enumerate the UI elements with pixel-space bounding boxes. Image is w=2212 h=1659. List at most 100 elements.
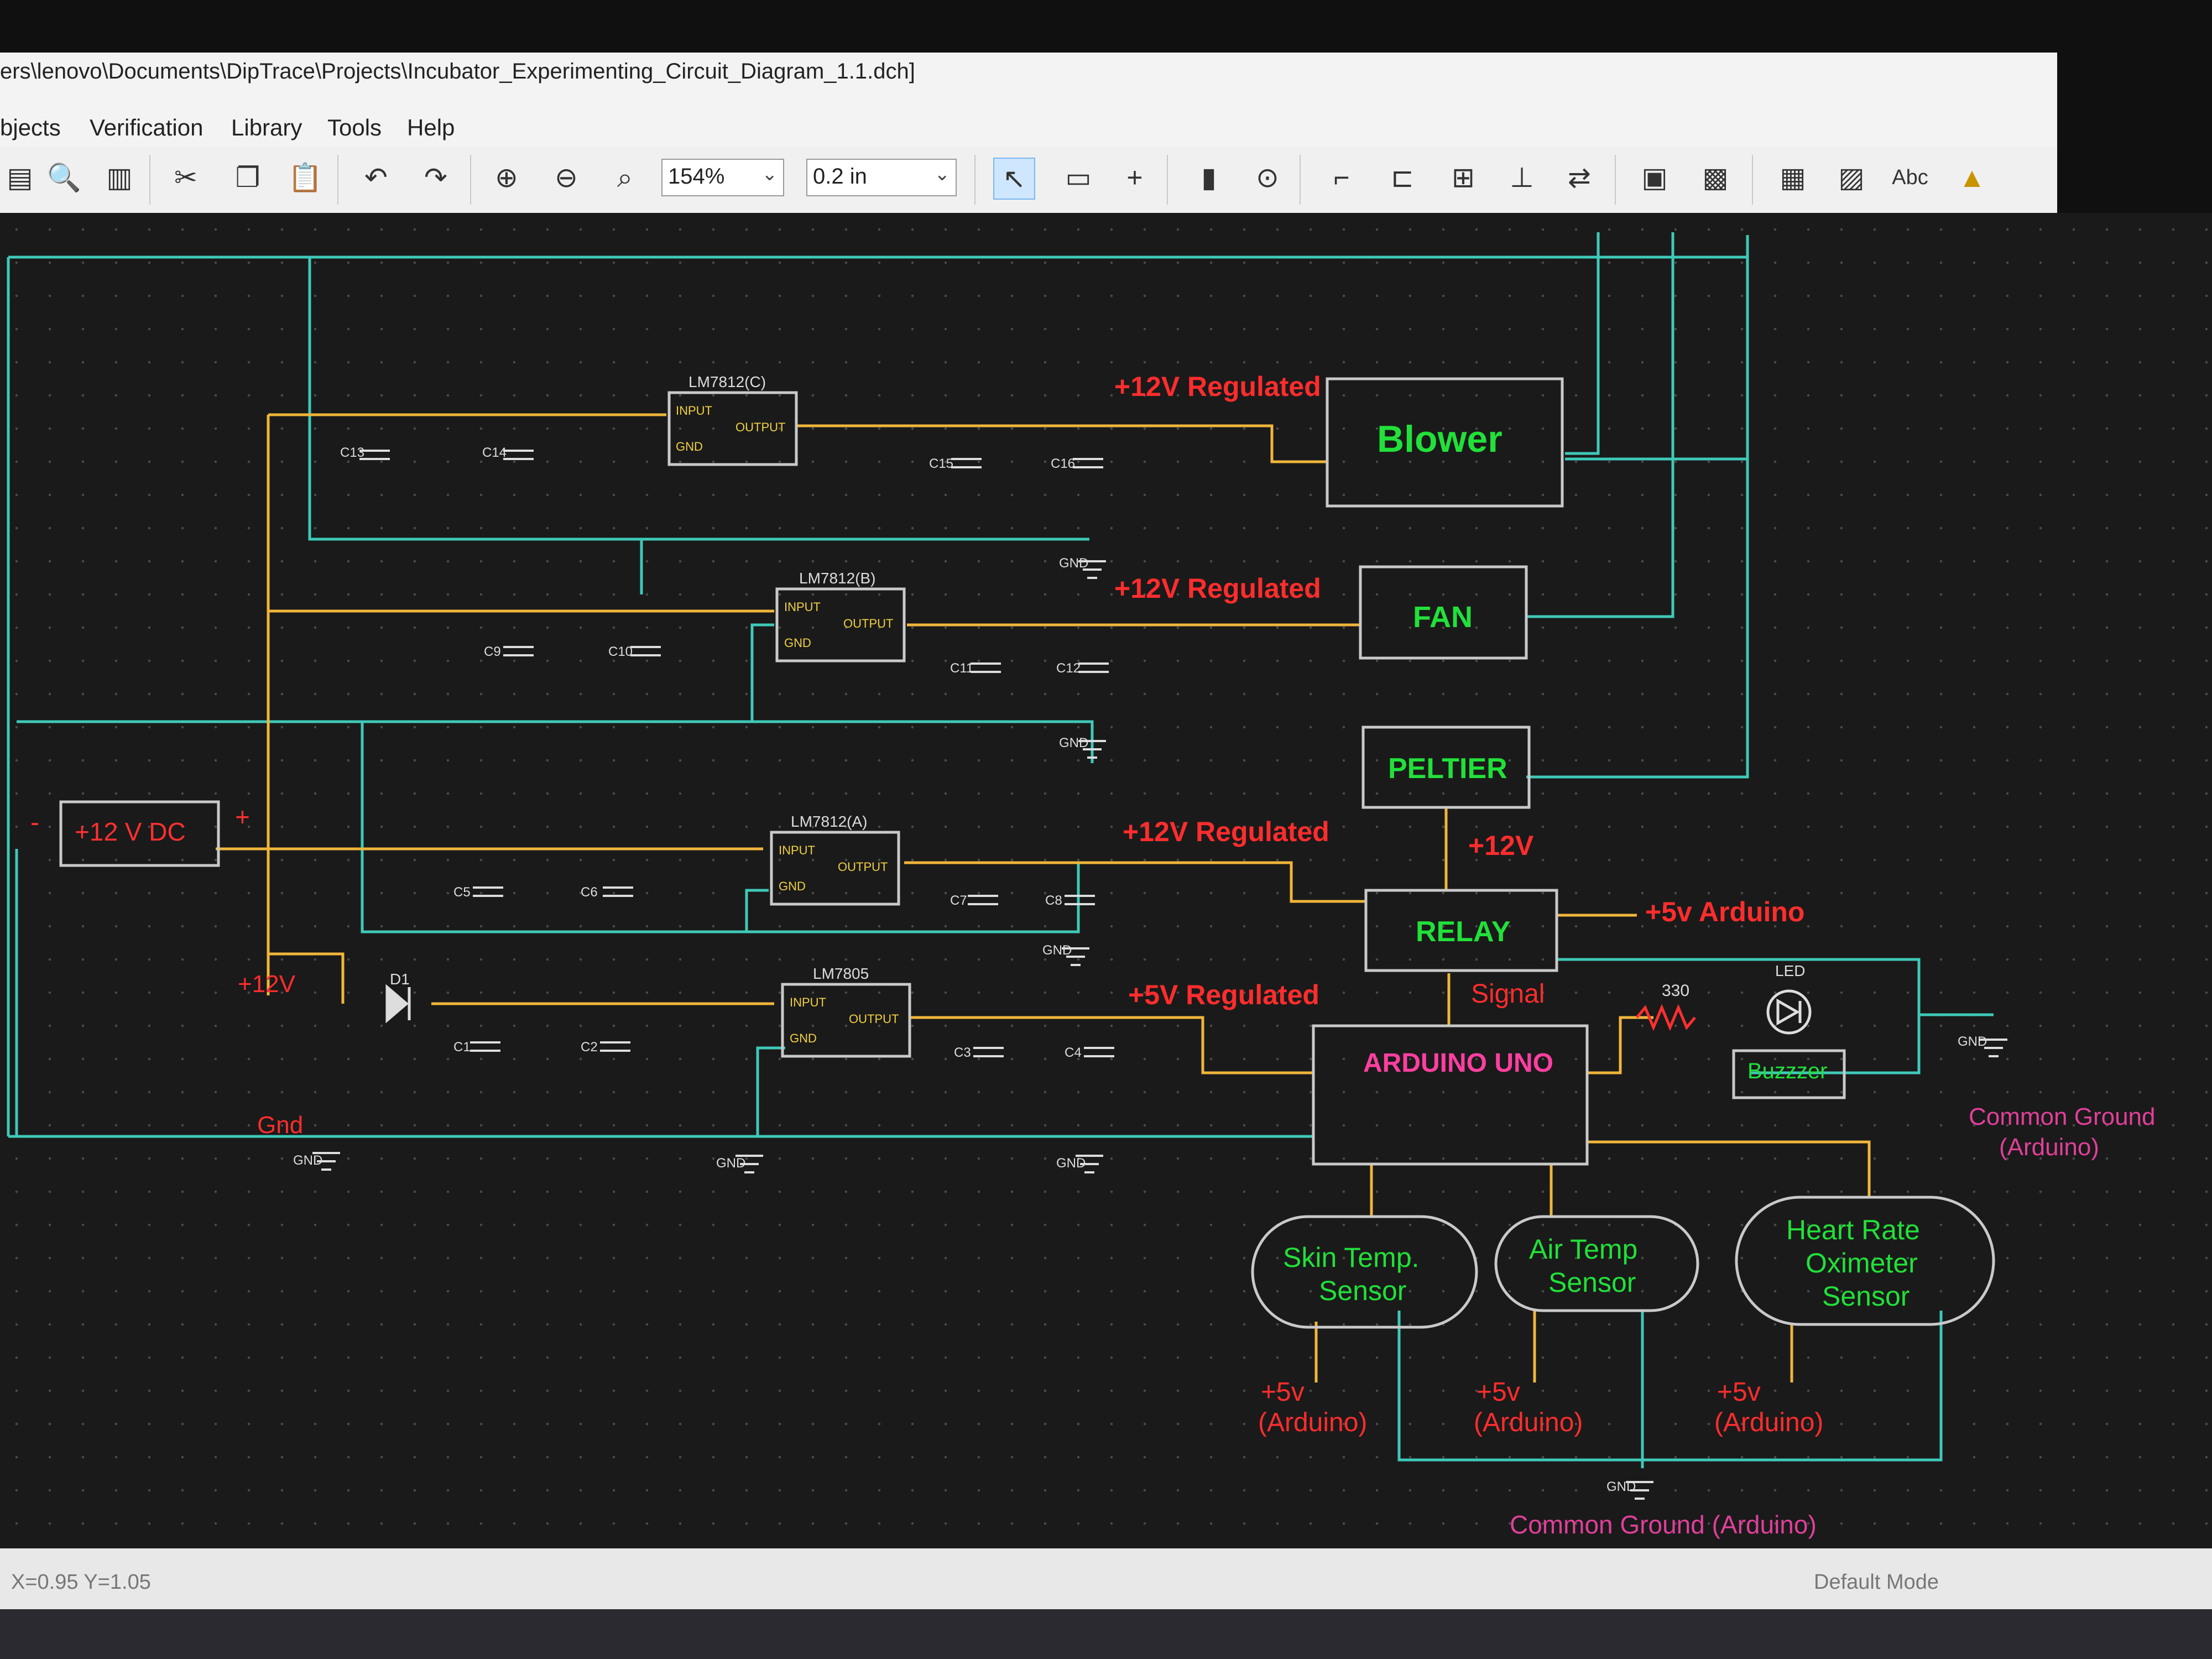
print-preview-icon[interactable]: 🔍 [44,158,84,197]
component-outlines [59,377,1995,1329]
binoculars-icon[interactable]: ⊙ [1248,158,1287,197]
component-icon[interactable]: ▮ [1189,158,1229,197]
skin-sensor-line-1: Skin Temp. [1283,1242,1420,1273]
gnd-label: GND [1958,1034,1987,1049]
menu-help[interactable]: Help [407,114,455,141]
diode-label: D1 [390,971,410,988]
paste-icon[interactable]: 📋 [285,158,325,197]
cap-label: C12 [1056,661,1081,676]
chevron-down-icon: ⌄ [934,164,951,185]
print-icon[interactable]: ▤ [0,158,40,197]
cap-label: C16 [1051,456,1076,471]
net-12v-regulated: +12V Regulated [1123,816,1329,847]
cap-label: C13 [340,445,365,460]
arduino-box [1312,1024,1589,1166]
document-icon[interactable]: ▥ [100,158,139,197]
psu-plus: + [235,802,250,831]
psu-label: +12 V DC [75,817,186,846]
sensor-supply-label: (Arduino) [1258,1408,1368,1437]
cap-label: C7 [950,893,967,908]
pin-gnd: GND [790,1031,817,1045]
swap-icon[interactable]: ⇄ [1559,158,1599,197]
image-icon[interactable]: ▨ [1832,158,1871,197]
select-tool-icon[interactable]: ↖ [993,158,1035,200]
gnd-label: GND [1059,735,1089,750]
picture-icon[interactable]: ▲ [1952,158,1992,197]
mode-indicator: Default Mode [1814,1571,1939,1594]
cap-label: C9 [484,644,501,659]
capacitor-symbols [359,450,1114,1057]
gnd-label: GND [1059,556,1089,571]
copy-icon[interactable]: ❐ [228,158,268,197]
sensor-supply-label: +5v [1477,1378,1520,1407]
heart-sensor-line-3: Sensor [1822,1281,1910,1312]
junction-icon[interactable]: ⊥ [1502,158,1542,197]
air-sensor-line-1: Air Temp [1529,1234,1638,1265]
menu-objects[interactable]: bjects [0,114,61,141]
sensor-supply-label: +5v [1261,1378,1305,1407]
pin-gnd: GND [784,636,811,650]
zoom-out-icon[interactable]: ⊖ [546,158,586,197]
chip-icon[interactable]: ▩ [1695,158,1735,197]
pin-input: INPUT [779,843,815,857]
cap-label: C6 [581,885,598,900]
resistor-label: 330 [1662,982,1690,1000]
cap-label: C8 [1045,893,1062,908]
gnd-label: GND [1056,1156,1086,1171]
cap-label: C5 [453,885,471,900]
pin-output: OUTPUT [735,420,786,434]
gnd-label: GND [293,1153,323,1168]
redo-icon[interactable]: ↷ [416,158,456,197]
toolbar: ▤ 🔍 ▥ ✂ ❐ 📋 ↶ ↷ ⊕ ⊖ ⌕ 154% ⌄ 0.2 in ⌄ ↖ … [0,147,2057,214]
window-title: ers\lenovo\Documents\DipTrace\Projects\I… [0,59,915,84]
pin-output: OUTPUT [849,1012,899,1026]
gnd-label: GND [1606,1479,1636,1494]
undo-icon[interactable]: ↶ [356,158,396,197]
text-tool-icon[interactable]: Abc [1890,158,1930,197]
reg-a-label: LM7812(A) [791,813,868,830]
gnd-label: GND [716,1156,746,1171]
pin-input: INPUT [784,600,821,614]
net-port-icon[interactable]: ⊞ [1443,158,1483,197]
menu-bar: bjects Verification Library Tools Help [0,86,2057,147]
pin-output: OUTPUT [843,617,894,630]
net-signal: Signal [1471,979,1545,1009]
pan-tool-icon[interactable]: ▭ [1058,158,1098,197]
grid-select[interactable]: 0.2 in ⌄ [806,159,957,196]
chevron-down-icon: ⌄ [761,164,778,185]
buzzer-label: Buzzzer [1747,1059,1828,1083]
net-12v-regulated: +12V Regulated [1114,371,1321,402]
taskbar [0,1609,2212,1659]
blower-label: Blower [1377,418,1503,460]
net-12v-relay: +12V [1468,830,1534,861]
menu-library[interactable]: Library [231,114,302,141]
title-bar: ers\lenovo\Documents\DipTrace\Projects\I… [0,53,2057,86]
pin-input: INPUT [790,995,826,1009]
zoom-in-icon[interactable]: ⊕ [487,158,526,197]
schematic-canvas[interactable]: LM7812(C) LM7812(B) LM7812(A) LM7805 INP… [0,213,2212,1548]
cut-icon[interactable]: ✂ [166,158,206,197]
hierarchy-block-icon[interactable]: ▣ [1635,158,1674,197]
heart-sensor-line-2: Oximeter [1806,1248,1918,1279]
led-label: LED [1775,962,1806,979]
menu-tools[interactable]: Tools [327,114,382,141]
sensor-supply-label: +5v [1717,1378,1761,1407]
table-icon[interactable]: ▦ [1773,158,1813,197]
menu-verification[interactable]: Verification [90,114,203,141]
reg-c-label: LM7812(C) [688,373,766,390]
zoom-fit-icon[interactable]: ⌕ [605,158,645,197]
zoom-select[interactable]: 154% ⌄ [661,159,784,196]
peltier-label: PELTIER [1388,753,1507,785]
schematic-wires [7,232,2007,1500]
wire-icon[interactable]: ⌐ [1322,158,1361,197]
zoom-value: 154% [668,164,725,189]
sensor-supply-label: (Arduino) [1714,1408,1824,1437]
arduino-label: ARDUINO UNO [1363,1048,1553,1078]
common-ground-label: Common Ground [1969,1103,2156,1130]
crosshair-icon[interactable]: + [1115,158,1155,197]
cap-label: C1 [453,1040,471,1055]
reg-5v-label: LM7805 [813,965,869,982]
reg-b-label: LM7812(B) [799,570,876,587]
bus-icon[interactable]: ⊏ [1383,158,1422,197]
cap-label: C2 [581,1040,598,1055]
